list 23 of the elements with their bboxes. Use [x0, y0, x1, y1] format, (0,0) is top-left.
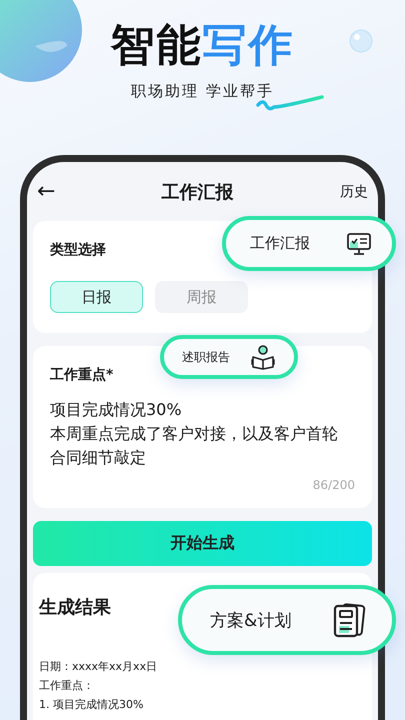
screen-title: 工作汇报 — [162, 180, 234, 204]
bubble-drawing — [349, 29, 373, 53]
input-text[interactable]: 项目完成情况30% — [50, 398, 346, 422]
monitor-icon — [346, 232, 372, 256]
document-icon — [332, 602, 366, 638]
callout-label: 工作汇报 — [250, 234, 310, 253]
banner-title: 智能写作 — [110, 20, 294, 72]
character-counter: 86/200 — [312, 478, 355, 492]
result-text: 工作重点： — [39, 678, 95, 694]
callout-label: 述职报告 — [182, 348, 230, 366]
type-option[interactable]: 日报 — [50, 281, 143, 313]
back-button[interactable]: ← — [37, 179, 56, 204]
reading-person-icon — [250, 344, 276, 370]
history-link[interactable]: 历史 — [340, 182, 368, 200]
generate-button[interactable]: 开始生成 — [33, 521, 372, 566]
result-title: 生成结果 — [39, 596, 112, 619]
result-text: 日期：xxxx年xx月xx日 — [39, 659, 158, 675]
section-label: 工作重点* — [50, 366, 114, 384]
callout-label: 方案&计划 — [210, 610, 292, 632]
result-text: 1. 项目完成情况30% — [39, 697, 144, 713]
banner-subtitle: 职场助理 学业帮手 — [131, 82, 274, 101]
input-text[interactable]: 本周重点完成了客户对接，以及客户首轮合同细节敲定 — [50, 422, 346, 470]
section-label: 类型选择 — [50, 241, 106, 259]
